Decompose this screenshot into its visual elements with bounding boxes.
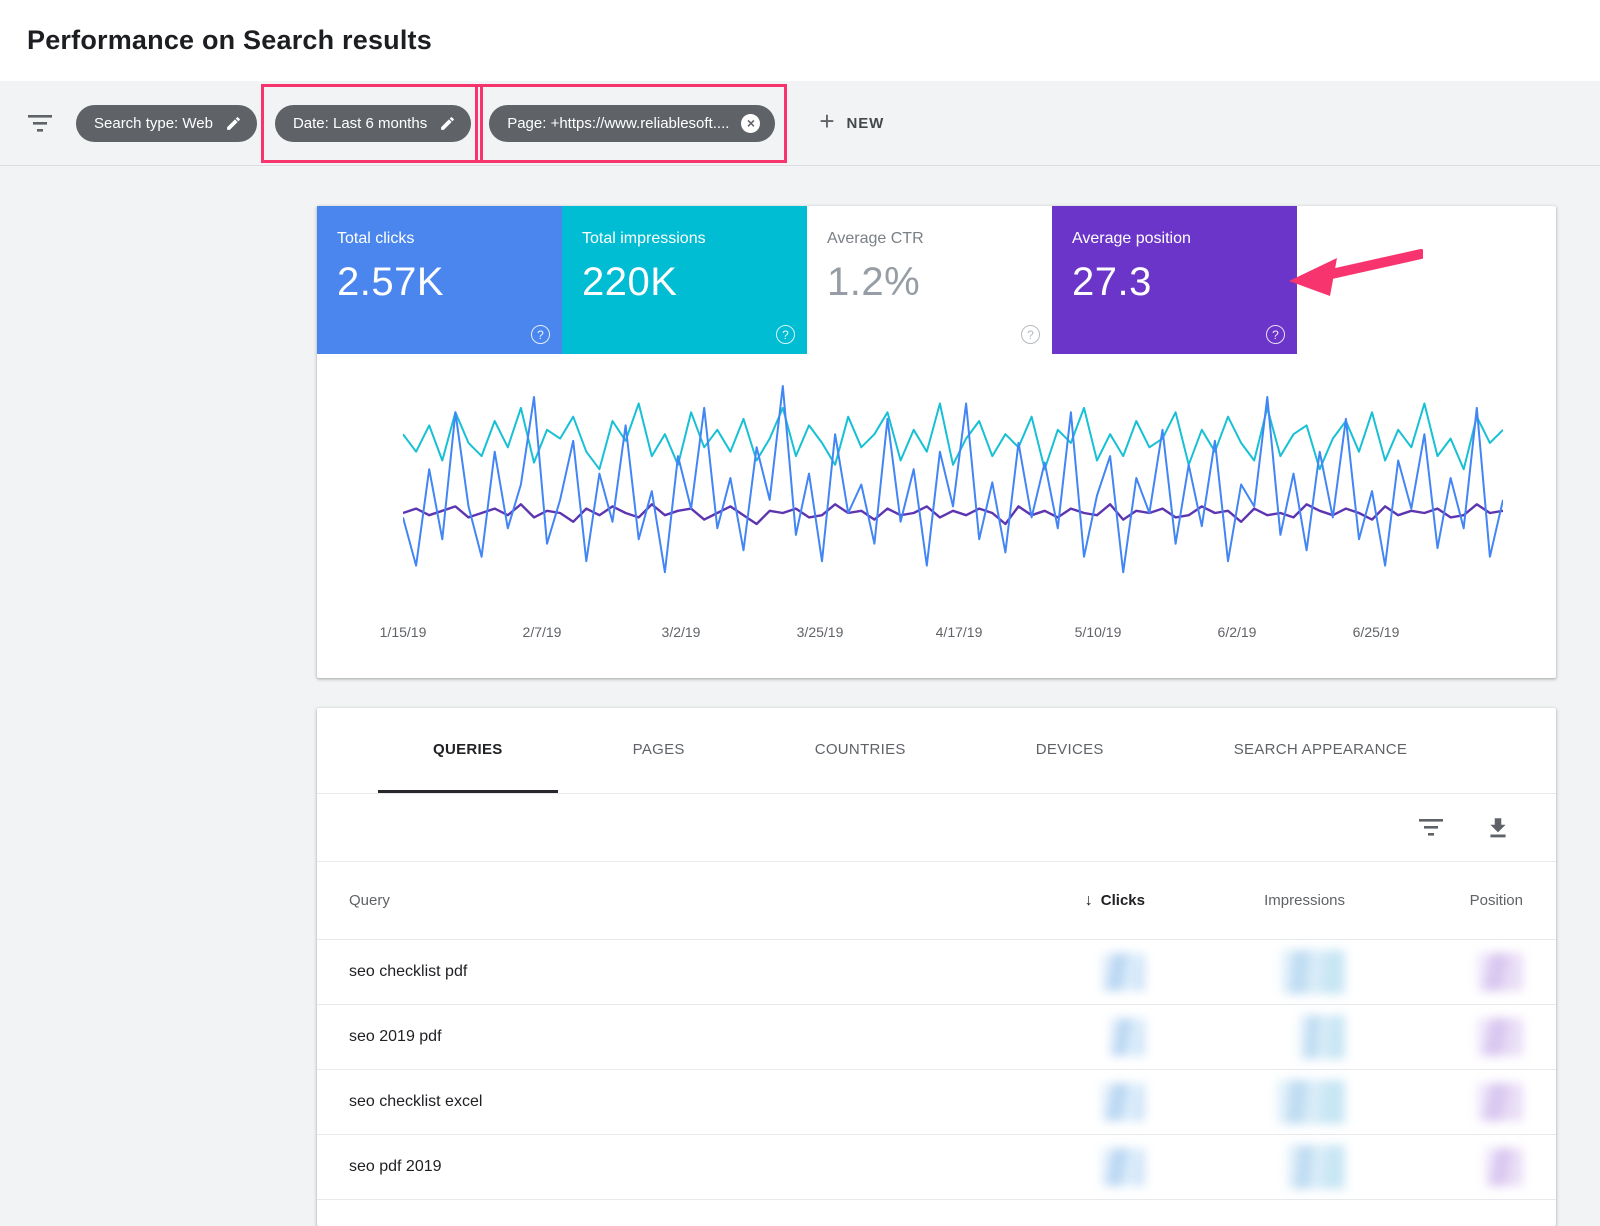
position-cell-blurred bbox=[1345, 1018, 1523, 1056]
table-row[interactable]: seo checklist pdf bbox=[317, 940, 1556, 1005]
metric-value: 2.57K bbox=[337, 260, 544, 305]
metric-label: Total clicks bbox=[337, 230, 544, 248]
blurred-value-block bbox=[1477, 1018, 1523, 1056]
page-filter-chip[interactable]: Page: +https://www.reliablesoft.... × bbox=[489, 105, 775, 142]
chart-line-total-clicks bbox=[403, 386, 1503, 572]
tab-search-appearance[interactable]: SEARCH APPEARANCE bbox=[1179, 708, 1462, 793]
column-header-impressions[interactable]: Impressions bbox=[1145, 892, 1345, 909]
clicks-cell-blurred bbox=[995, 1018, 1145, 1056]
position-cell-blurred bbox=[1345, 1083, 1523, 1121]
column-header-position[interactable]: Position bbox=[1345, 892, 1523, 909]
impressions-cell-blurred bbox=[1145, 950, 1345, 994]
clicks-cell-blurred bbox=[995, 1148, 1145, 1186]
tab-pages[interactable]: PAGES bbox=[578, 708, 740, 793]
blurred-value-block bbox=[1101, 953, 1145, 991]
date-filter-chip[interactable]: Date: Last 6 months bbox=[275, 105, 471, 142]
table-filter-icon[interactable] bbox=[1419, 819, 1443, 836]
help-icon[interactable]: ? bbox=[1021, 325, 1040, 344]
search-type-chip-label: Search type: Web bbox=[94, 115, 213, 132]
chart-x-axis: 1/15/192/7/193/2/193/25/194/17/195/10/19… bbox=[403, 624, 1503, 646]
table-row[interactable]: seo 2019 pdf bbox=[317, 1005, 1556, 1070]
page-filter-chip-label: Page: +https://www.reliablesoft.... bbox=[507, 115, 729, 132]
blurred-value-block bbox=[1277, 1080, 1345, 1124]
metric-value: 220K bbox=[582, 260, 789, 305]
help-icon[interactable]: ? bbox=[1266, 325, 1285, 344]
column-header-query: Query bbox=[349, 892, 995, 909]
table-header-row: Query ↓Clicks Impressions Position bbox=[317, 862, 1556, 940]
query-cell: seo checklist pdf bbox=[349, 963, 995, 981]
blurred-value-block bbox=[1101, 1083, 1145, 1121]
sort-desc-icon: ↓ bbox=[1085, 892, 1093, 909]
blurred-value-block bbox=[1477, 953, 1523, 991]
query-cell: seo pdf 2019 bbox=[349, 1158, 995, 1176]
table-row[interactable]: seo checklist excel bbox=[317, 1070, 1556, 1135]
blurred-value-block bbox=[1477, 1083, 1523, 1121]
clicks-cell-blurred bbox=[995, 1083, 1145, 1121]
column-header-clicks[interactable]: ↓Clicks bbox=[995, 892, 1145, 910]
blurred-value-block bbox=[1299, 1015, 1345, 1059]
table-row[interactable]: seo pdf 2019 bbox=[317, 1135, 1556, 1200]
blurred-value-block bbox=[1281, 950, 1345, 994]
performance-card: Total clicks 2.57K ? Total impressions 2… bbox=[317, 206, 1556, 678]
x-axis-tick-label: 3/25/19 bbox=[797, 624, 844, 640]
dimension-tabs: QUERIES PAGES COUNTRIES DEVICES SEARCH A… bbox=[317, 708, 1556, 794]
metric-value: 27.3 bbox=[1072, 260, 1279, 305]
help-icon[interactable]: ? bbox=[531, 325, 550, 344]
remove-filter-icon[interactable]: × bbox=[741, 114, 760, 133]
impressions-cell-blurred bbox=[1145, 1145, 1345, 1189]
metric-label: Average position bbox=[1072, 230, 1279, 248]
results-table-card: QUERIES PAGES COUNTRIES DEVICES SEARCH A… bbox=[317, 708, 1556, 1226]
metrics-row: Total clicks 2.57K ? Total impressions 2… bbox=[317, 206, 1556, 354]
clicks-cell-blurred bbox=[995, 953, 1145, 991]
position-cell-blurred bbox=[1345, 953, 1523, 991]
metric-total-impressions[interactable]: Total impressions 220K ? bbox=[562, 206, 807, 354]
metric-total-clicks[interactable]: Total clicks 2.57K ? bbox=[317, 206, 562, 354]
blurred-value-block bbox=[1101, 1148, 1145, 1186]
x-axis-tick-label: 2/7/19 bbox=[523, 624, 562, 640]
blurred-value-block bbox=[1485, 1148, 1523, 1186]
filter-bar: Search type: Web Date: Last 6 months Pag… bbox=[0, 81, 1600, 166]
edit-icon bbox=[225, 115, 242, 132]
table-body: seo checklist pdf seo 2019 pdf seo checkli… bbox=[317, 940, 1556, 1200]
export-download-icon[interactable] bbox=[1485, 815, 1511, 841]
search-type-chip[interactable]: Search type: Web bbox=[76, 105, 257, 142]
tab-devices[interactable]: DEVICES bbox=[981, 708, 1159, 793]
query-cell: seo checklist excel bbox=[349, 1093, 995, 1111]
edit-icon bbox=[439, 115, 456, 132]
x-axis-tick-label: 1/15/19 bbox=[380, 624, 427, 640]
tab-countries[interactable]: COUNTRIES bbox=[760, 708, 961, 793]
blurred-value-block bbox=[1109, 1018, 1145, 1056]
x-axis-tick-label: 4/17/19 bbox=[936, 624, 983, 640]
page-title: Performance on Search results bbox=[27, 25, 432, 56]
metric-average-ctr[interactable]: Average CTR 1.2% ? bbox=[807, 206, 1052, 354]
metric-label: Total impressions bbox=[582, 230, 789, 248]
query-cell: seo 2019 pdf bbox=[349, 1028, 995, 1046]
table-toolbar bbox=[317, 794, 1556, 862]
impressions-cell-blurred bbox=[1145, 1080, 1345, 1124]
new-filter-button-label: NEW bbox=[847, 115, 885, 132]
position-cell-blurred bbox=[1345, 1148, 1523, 1186]
plus-icon: + bbox=[819, 106, 835, 137]
blurred-value-block bbox=[1287, 1145, 1345, 1189]
x-axis-tick-label: 6/25/19 bbox=[1353, 624, 1400, 640]
chart-line-total-impressions bbox=[403, 404, 1503, 470]
new-filter-button[interactable]: + NEW bbox=[819, 109, 884, 137]
filter-list-icon[interactable] bbox=[28, 115, 52, 132]
metric-label: Average CTR bbox=[827, 230, 1034, 248]
page-header: Performance on Search results bbox=[0, 0, 1600, 81]
metric-average-position[interactable]: Average position 27.3 ? bbox=[1052, 206, 1297, 354]
metric-value: 1.2% bbox=[827, 260, 1034, 305]
x-axis-tick-label: 5/10/19 bbox=[1075, 624, 1122, 640]
x-axis-tick-label: 6/2/19 bbox=[1218, 624, 1257, 640]
impressions-cell-blurred bbox=[1145, 1015, 1345, 1059]
performance-line-chart bbox=[403, 378, 1503, 613]
help-icon[interactable]: ? bbox=[776, 325, 795, 344]
date-filter-chip-label: Date: Last 6 months bbox=[293, 115, 427, 132]
x-axis-tick-label: 3/2/19 bbox=[662, 624, 701, 640]
tab-queries[interactable]: QUERIES bbox=[378, 708, 558, 793]
